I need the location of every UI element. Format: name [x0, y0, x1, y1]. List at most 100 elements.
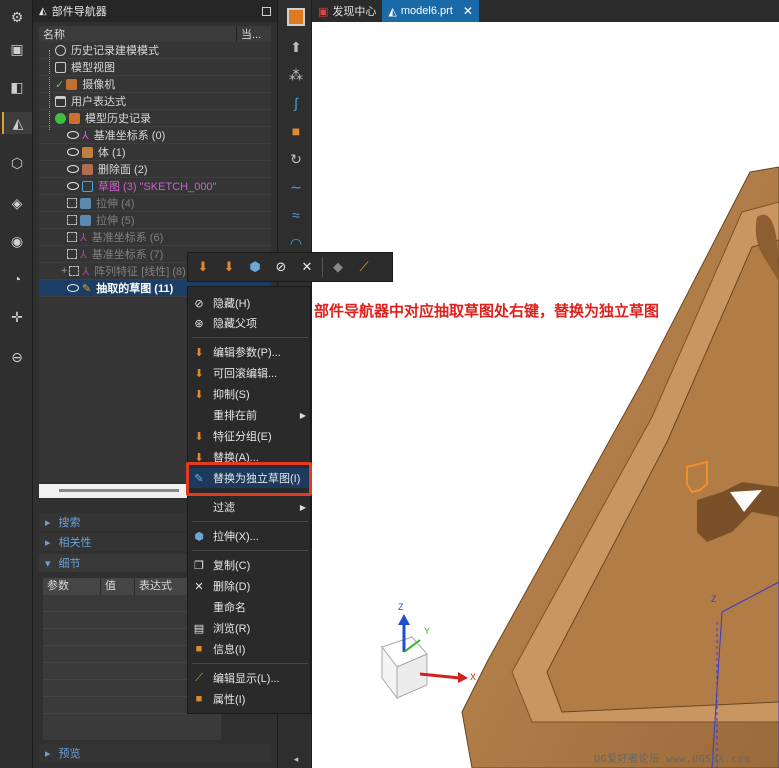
menu-separator — [192, 663, 308, 664]
menu-item-reorder-before[interactable]: 重排在前 ▶ — [188, 405, 312, 425]
visible-eye-icon[interactable] — [67, 148, 79, 156]
wave-curve-icon[interactable]: ∼ — [285, 176, 307, 198]
edit-display-icon[interactable]: ⟋ — [353, 256, 375, 278]
extrude-icon[interactable]: ⬢ — [244, 256, 266, 278]
column-value[interactable]: 值 — [101, 578, 135, 595]
menu-item-feature-group[interactable]: ⬇ 特征分组(E) — [188, 426, 312, 446]
menu-item-information[interactable]: ■ 信息(I) — [188, 639, 312, 659]
tree-row-model-history[interactable]: 模型历史记录 — [39, 110, 271, 127]
assembly-navigator-icon[interactable]: ▣ — [6, 38, 28, 60]
select-box-icon[interactable] — [287, 8, 305, 26]
block-tool-icon[interactable]: ■ — [285, 120, 307, 142]
app-window: ⚙ ▣ ◧ ◭ ⬡ ◈ ◉ ◔ ✛ ⊖ ◭ 部件导航器 名称 当... 历史记录… — [0, 0, 779, 768]
tree-row-body-1[interactable]: 体 (1) — [39, 144, 271, 161]
curve-tool-icon[interactable]: ∫ — [285, 92, 307, 114]
process-studio-icon[interactable]: ⊖ — [6, 346, 28, 368]
feature-group-icon: ⬇ — [194, 430, 204, 443]
menu-item-rename[interactable]: 重命名 — [188, 597, 312, 617]
visible-eye-icon[interactable] — [67, 131, 79, 139]
datum-csys-icon: ⅄ — [82, 129, 89, 142]
edit-parameters-icon: ⬇ — [194, 346, 204, 359]
tree-row-extrude-5[interactable]: 拉伸 (5) — [39, 212, 271, 229]
menu-separator — [192, 337, 308, 338]
hidden-box-icon[interactable] — [67, 198, 77, 208]
tree-row-datum-csys-0[interactable]: ⅄ 基准坐标系 (0) — [39, 127, 271, 144]
edit-with-rollback-icon[interactable]: ⬇ — [218, 256, 240, 278]
menu-item-extrude[interactable]: ⬢ 拉伸(X)... — [188, 526, 312, 546]
menu-item-copy[interactable]: ❐ 复制(C) — [188, 555, 312, 575]
menu-item-suppress[interactable]: ⬇ 抑制(S) — [188, 384, 312, 404]
extracted-sketch-icon: ✎ — [82, 282, 92, 295]
highlight-box — [186, 462, 312, 496]
hide-icon[interactable]: ⊘ — [270, 256, 292, 278]
hidden-box-icon[interactable] — [67, 215, 77, 225]
part-navigator-icon[interactable]: ◭ — [2, 112, 32, 134]
column-parameter[interactable]: 参数 — [43, 578, 101, 595]
hidden-box-icon[interactable] — [67, 232, 77, 242]
visible-eye-icon[interactable] — [67, 284, 79, 292]
scroll-left-icon[interactable]: ◂ — [285, 748, 307, 768]
hidden-box-icon[interactable] — [69, 266, 80, 276]
view-manager-icon[interactable]: ◈ — [6, 192, 28, 214]
discovery-icon: ▣ — [318, 5, 329, 18]
menu-separator — [192, 521, 308, 522]
tree-row-cameras[interactable]: ✓ 摄像机 — [39, 76, 271, 93]
menu-item-filter[interactable]: 过滤 ▶ — [188, 497, 312, 517]
menu-item-hide-parents[interactable]: ⊛ 隐藏父项 — [188, 313, 312, 333]
tree-row-user-expressions[interactable]: 用户表达式 — [39, 93, 271, 110]
menu-item-edit-parameters[interactable]: ⬇ 编辑参数(P)... — [188, 342, 312, 362]
tree-row-delete-face-2[interactable]: 删除面 (2) — [39, 161, 271, 178]
extrude-icon — [80, 214, 91, 226]
scrollbar-thumb[interactable] — [59, 489, 179, 492]
column-current-header[interactable]: 当... — [237, 26, 261, 42]
expand-plus-icon[interactable]: + — [61, 265, 67, 277]
section-preview[interactable]: ▸ 预览 — [39, 744, 271, 762]
close-icon[interactable]: ✕ — [463, 4, 473, 18]
tree-row-datum-csys-6[interactable]: ⅄ 基准坐标系 (6) — [39, 229, 271, 246]
blank-icon — [192, 600, 206, 614]
menu-item-edit-with-rollback[interactable]: ⬇ 可回滚编辑... — [188, 363, 312, 383]
extrude-icon — [80, 197, 91, 209]
expand-triangle-icon: ▸ — [45, 516, 51, 529]
edit-parameters-icon[interactable]: ⬇ — [192, 256, 214, 278]
status-ok-icon — [55, 112, 66, 124]
graphics-viewport[interactable]: Z Y X Z — [312, 22, 779, 768]
menu-item-browse[interactable]: ▤ 浏览(R) — [188, 618, 312, 638]
reuse-library-icon[interactable]: ⬡ — [6, 152, 28, 174]
visible-eye-icon[interactable] — [67, 165, 79, 173]
column-header: 名称 当... — [39, 26, 271, 42]
suppress-icon: ⬇ — [194, 388, 204, 401]
role-icon[interactable]: ◉ — [6, 230, 28, 252]
spline-tool-icon[interactable]: ≈ — [285, 204, 307, 226]
panel-title: 部件导航器 — [51, 6, 107, 18]
suppress-icon[interactable]: ◆ — [327, 256, 349, 278]
menu-item-properties[interactable]: ■ 属性(I) — [188, 689, 312, 709]
submenu-arrow-icon: ▶ — [299, 502, 306, 512]
pattern-tool-icon[interactable]: ⁂ — [285, 64, 307, 86]
hidden-box-icon[interactable] — [67, 249, 77, 259]
tree-row-sketch-3[interactable]: 草图 (3) "SKETCH_000" — [39, 178, 271, 195]
extrude-tool-icon[interactable]: ⬆ — [285, 36, 307, 58]
maximize-icon[interactable] — [262, 6, 271, 16]
copy-icon: ❐ — [194, 559, 204, 572]
revolve-tool-icon[interactable]: ↻ — [285, 148, 307, 170]
tree-row-history-mode[interactable]: 历史记录建模模式 — [39, 42, 271, 59]
tree-row-model-views[interactable]: 模型视图 — [39, 59, 271, 76]
system-materials-icon[interactable]: ✛ — [6, 306, 28, 328]
column-name-header[interactable]: 名称 — [39, 26, 237, 42]
menu-item-edit-display[interactable]: ⟋ 编辑显示(L)... — [188, 668, 312, 688]
history-icon[interactable]: ◔ — [6, 268, 28, 290]
tab-model6[interactable]: ◭ model6.prt ✕ — [382, 0, 479, 22]
context-menu: ⊘ 隐藏(H) ⊛ 隐藏父项 ⬇ 编辑参数(P)... ⬇ 可回滚编辑... ⬇… — [187, 286, 312, 714]
gear-icon[interactable]: ⚙ — [6, 6, 28, 28]
tree-row-extrude-4[interactable]: 拉伸 (4) — [39, 195, 271, 212]
delete-x-icon[interactable]: ✕ — [296, 256, 318, 278]
surface-tool-icon[interactable]: ◠ — [285, 232, 307, 254]
history-folder-icon — [69, 112, 80, 124]
menu-item-hide[interactable]: ⊘ 隐藏(H) — [188, 293, 312, 313]
tab-discovery-center[interactable]: ▣ 发现中心 — [312, 0, 382, 22]
constraint-navigator-icon[interactable]: ◧ — [6, 76, 28, 98]
check-icon: ✓ — [55, 78, 65, 91]
visible-eye-icon[interactable] — [67, 182, 79, 190]
menu-item-delete[interactable]: ✕ 删除(D) — [188, 576, 312, 596]
